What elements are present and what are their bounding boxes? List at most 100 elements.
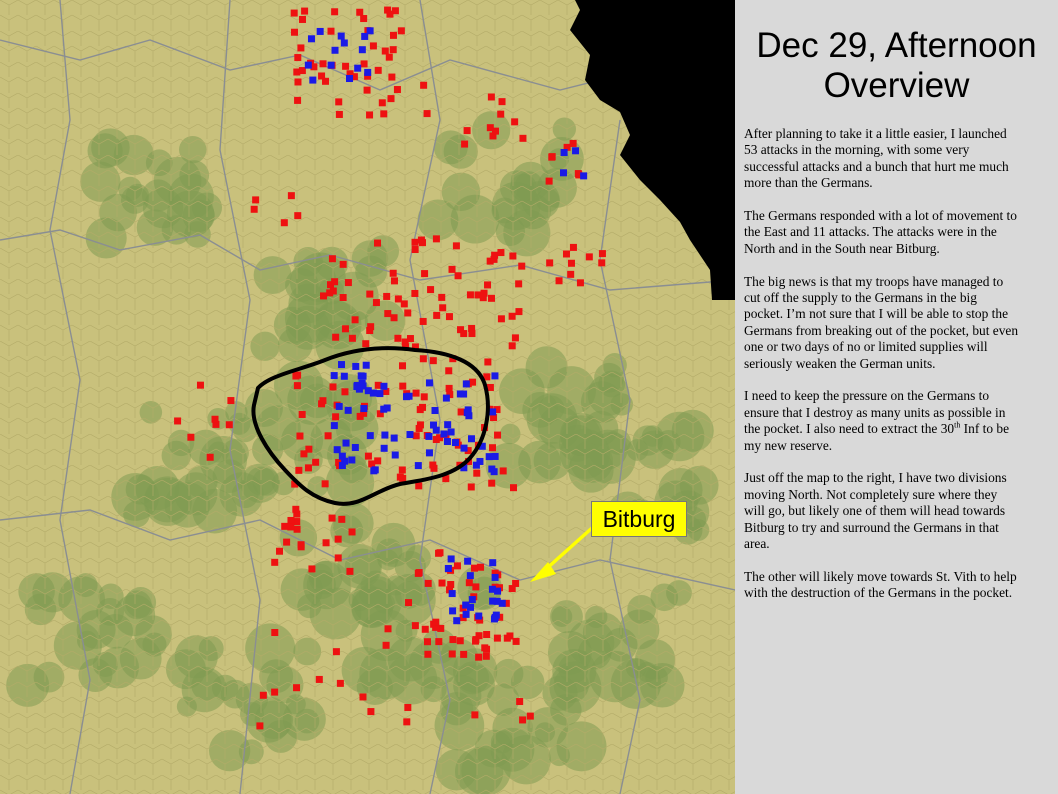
allied-unit-icon[interactable]: [298, 67, 306, 75]
allied-unit-icon[interactable]: [328, 255, 336, 263]
german-unit-icon[interactable]: [358, 46, 366, 54]
german-unit-icon[interactable]: [442, 394, 450, 402]
allied-unit-icon[interactable]: [364, 452, 372, 460]
allied-unit-icon[interactable]: [318, 72, 326, 80]
german-unit-icon[interactable]: [391, 451, 399, 459]
allied-unit-icon[interactable]: [319, 60, 327, 68]
allied-unit-icon[interactable]: [423, 638, 431, 646]
allied-unit-icon[interactable]: [225, 421, 233, 429]
allied-unit-icon[interactable]: [419, 317, 427, 325]
allied-unit-icon[interactable]: [515, 308, 523, 316]
allied-unit-icon[interactable]: [414, 569, 422, 577]
german-unit-icon[interactable]: [491, 452, 499, 460]
german-unit-icon[interactable]: [451, 439, 459, 447]
allied-unit-icon[interactable]: [271, 558, 279, 566]
allied-unit-icon[interactable]: [420, 81, 428, 89]
allied-unit-icon[interactable]: [445, 367, 453, 375]
allied-unit-icon[interactable]: [491, 251, 499, 259]
allied-unit-icon[interactable]: [336, 679, 344, 687]
allied-unit-icon[interactable]: [506, 632, 514, 640]
german-unit-icon[interactable]: [414, 462, 422, 470]
allied-unit-icon[interactable]: [470, 564, 478, 572]
german-unit-icon[interactable]: [381, 431, 389, 439]
allied-unit-icon[interactable]: [398, 466, 406, 474]
allied-unit-icon[interactable]: [427, 286, 435, 294]
allied-unit-icon[interactable]: [390, 277, 398, 285]
german-unit-icon[interactable]: [447, 428, 455, 436]
allied-unit-icon[interactable]: [301, 7, 309, 15]
allied-unit-icon[interactable]: [412, 432, 420, 440]
allied-unit-icon[interactable]: [360, 15, 368, 23]
german-unit-icon[interactable]: [307, 35, 315, 43]
allied-unit-icon[interactable]: [555, 277, 563, 285]
allied-unit-icon[interactable]: [411, 622, 419, 630]
allied-unit-icon[interactable]: [436, 549, 444, 557]
allied-unit-icon[interactable]: [294, 96, 302, 104]
allied-unit-icon[interactable]: [374, 239, 382, 247]
allied-unit-icon[interactable]: [424, 579, 432, 587]
allied-unit-icon[interactable]: [356, 8, 364, 16]
allied-unit-icon[interactable]: [598, 250, 606, 258]
allied-unit-icon[interactable]: [467, 483, 475, 491]
allied-unit-icon[interactable]: [404, 309, 412, 317]
allied-unit-icon[interactable]: [483, 645, 491, 653]
german-unit-icon[interactable]: [468, 596, 476, 604]
allied-unit-icon[interactable]: [256, 722, 264, 730]
allied-unit-icon[interactable]: [331, 8, 339, 16]
allied-unit-icon[interactable]: [294, 78, 302, 86]
german-unit-icon[interactable]: [380, 444, 388, 452]
game-map[interactable]: Bitburg: [0, 0, 735, 794]
allied-unit-icon[interactable]: [419, 355, 427, 363]
german-unit-icon[interactable]: [344, 406, 352, 414]
allied-unit-icon[interactable]: [576, 279, 584, 287]
allied-unit-icon[interactable]: [423, 110, 431, 118]
allied-unit-icon[interactable]: [384, 310, 392, 318]
allied-unit-icon[interactable]: [432, 618, 440, 626]
allied-unit-icon[interactable]: [429, 357, 437, 365]
allied-unit-icon[interactable]: [363, 86, 371, 94]
allied-unit-icon[interactable]: [386, 10, 394, 18]
german-unit-icon[interactable]: [337, 32, 345, 40]
allied-unit-icon[interactable]: [389, 31, 397, 39]
german-unit-icon[interactable]: [357, 372, 365, 380]
allied-unit-icon[interactable]: [456, 637, 464, 645]
allied-unit-icon[interactable]: [518, 262, 526, 270]
allied-unit-icon[interactable]: [445, 313, 453, 321]
allied-unit-icon[interactable]: [290, 28, 298, 36]
allied-unit-icon[interactable]: [448, 650, 456, 658]
allied-unit-icon[interactable]: [304, 464, 312, 472]
allied-unit-icon[interactable]: [448, 265, 456, 273]
allied-unit-icon[interactable]: [515, 280, 523, 288]
allied-unit-icon[interactable]: [432, 235, 440, 243]
allied-unit-icon[interactable]: [341, 388, 349, 396]
german-unit-icon[interactable]: [304, 61, 312, 69]
allied-unit-icon[interactable]: [405, 599, 413, 607]
german-unit-icon[interactable]: [380, 405, 388, 413]
allied-unit-icon[interactable]: [411, 238, 419, 246]
allied-unit-icon[interactable]: [598, 259, 606, 267]
allied-unit-icon[interactable]: [319, 397, 327, 405]
allied-unit-icon[interactable]: [411, 246, 419, 254]
allied-unit-icon[interactable]: [475, 653, 483, 661]
allied-unit-icon[interactable]: [308, 565, 316, 573]
allied-unit-icon[interactable]: [335, 110, 343, 118]
allied-unit-icon[interactable]: [339, 260, 347, 268]
allied-unit-icon[interactable]: [399, 362, 407, 370]
allied-unit-icon[interactable]: [509, 252, 517, 260]
allied-unit-icon[interactable]: [497, 315, 505, 323]
german-unit-icon[interactable]: [405, 392, 413, 400]
allied-unit-icon[interactable]: [360, 60, 368, 68]
german-unit-icon[interactable]: [580, 172, 588, 180]
allied-unit-icon[interactable]: [473, 469, 481, 477]
allied-unit-icon[interactable]: [299, 15, 307, 23]
allied-unit-icon[interactable]: [569, 243, 577, 251]
german-unit-icon[interactable]: [338, 361, 346, 369]
allied-unit-icon[interactable]: [432, 436, 440, 444]
allied-unit-icon[interactable]: [322, 539, 330, 547]
german-unit-icon[interactable]: [466, 572, 474, 580]
allied-unit-icon[interactable]: [461, 140, 469, 148]
allied-unit-icon[interactable]: [497, 249, 505, 257]
allied-unit-icon[interactable]: [328, 514, 336, 522]
allied-unit-icon[interactable]: [487, 294, 495, 302]
german-unit-icon[interactable]: [340, 39, 348, 47]
